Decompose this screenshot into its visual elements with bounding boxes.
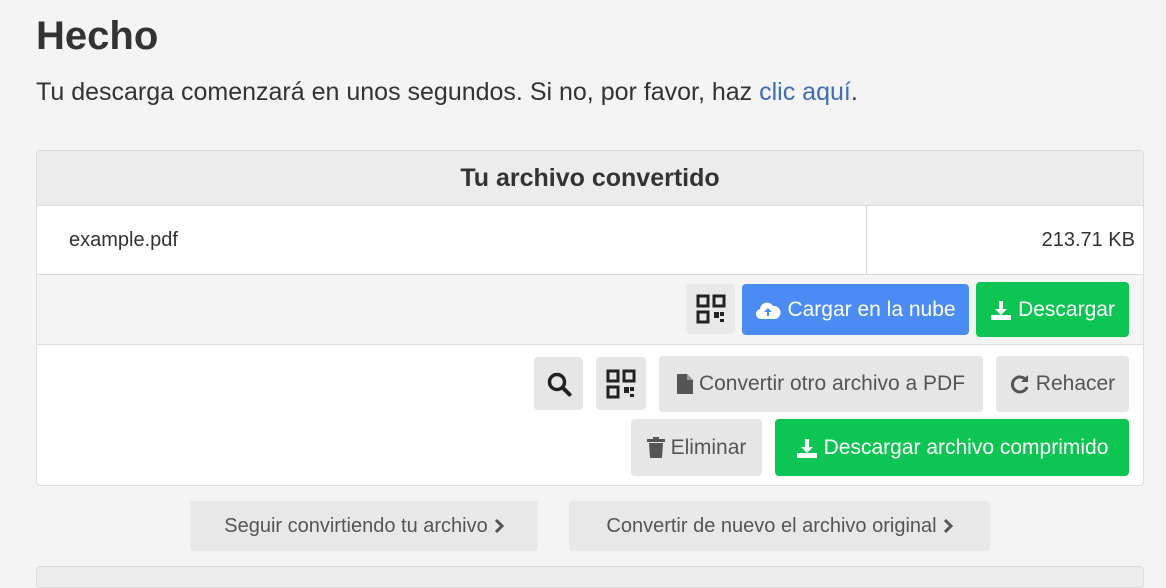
notice-text: Tu descarga comenzará en unos segundos. … <box>36 78 760 106</box>
file-actions-row: Cargar en la nube Descargar <box>37 274 1143 345</box>
download-button[interactable]: Descargar <box>976 282 1129 337</box>
download-zip-button[interactable]: Descargar archivo comprimido <box>775 419 1129 476</box>
continue-converting-button[interactable]: Seguir convirtiendo tu archivo <box>190 501 538 551</box>
chevron-right-icon <box>943 518 953 534</box>
cloud-upload-icon <box>755 300 782 320</box>
file-name: example.pdf <box>69 229 178 251</box>
search-icon <box>546 371 572 397</box>
download-icon <box>796 437 818 459</box>
convert-other-label: Convertir otro archivo a PDF <box>698 372 966 395</box>
click-here-link[interactable]: clic aquí <box>759 78 851 106</box>
convert-other-file-button[interactable]: Convertir otro archivo a PDF <box>659 356 983 412</box>
notice-end: . <box>850 78 858 106</box>
qr-code-icon <box>606 369 636 399</box>
converted-file-card: Tu archivo convertido example.pdf 213.71… <box>36 150 1144 486</box>
download-notice: Tu descarga comenzará en unos segundos. … <box>36 78 858 107</box>
redo-icon <box>1010 374 1030 394</box>
continue-label: Seguir convirtiendo tu archivo <box>224 514 488 537</box>
download-zip-label: Descargar archivo comprimido <box>823 435 1109 459</box>
preview-button[interactable] <box>534 357 583 410</box>
qr-code-button-2[interactable] <box>596 357 646 410</box>
qr-code-button[interactable] <box>686 284 735 334</box>
next-panel <box>36 566 1144 588</box>
upload-cloud-button[interactable]: Cargar en la nube <box>742 284 969 335</box>
chevron-right-icon <box>494 518 504 534</box>
file-size: 213.71 KB <box>1041 229 1135 251</box>
file-icon <box>676 374 693 394</box>
delete-label: Eliminar <box>670 435 747 459</box>
redo-button[interactable]: Rehacer <box>996 356 1129 412</box>
reconvert-label: Convertir de nuevo el archivo original <box>606 514 937 537</box>
page-title: Hecho <box>36 14 159 58</box>
download-label: Descargar <box>1018 297 1115 321</box>
qr-code-icon <box>696 294 726 324</box>
redo-label: Rehacer <box>1035 372 1116 395</box>
download-icon <box>990 299 1012 321</box>
delete-button[interactable]: Eliminar <box>631 419 762 476</box>
card-title: Tu archivo convertido <box>37 151 1143 206</box>
trash-icon <box>646 437 665 458</box>
column-divider <box>866 206 867 274</box>
reconvert-original-button[interactable]: Convertir de nuevo el archivo original <box>569 501 990 551</box>
upload-label: Cargar en la nube <box>787 297 956 321</box>
